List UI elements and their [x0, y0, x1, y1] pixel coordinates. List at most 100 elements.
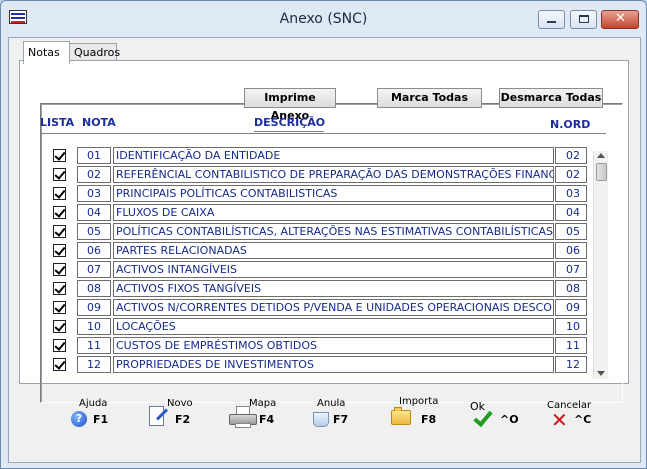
table-row: 06 PARTES RELACIONADAS 06: [40, 241, 600, 260]
row-descricao[interactable]: PRINCIPAIS POLÍTICAS CONTABILISTICAS: [113, 185, 554, 202]
row-nord[interactable]: 10: [555, 318, 587, 335]
table-row: 10 LOCAÇÕES 10: [40, 317, 600, 336]
row-nord[interactable]: 04: [555, 204, 587, 221]
table-row: 08 ACTIVOS FIXOS TANGÍVEIS 08: [40, 279, 600, 298]
row-checkbox[interactable]: [53, 263, 66, 276]
column-header-nord: N.ORD: [550, 118, 591, 131]
tab-notas-label: Notas: [28, 46, 60, 59]
row-nord[interactable]: 05: [555, 223, 587, 240]
row-nord[interactable]: 12: [555, 356, 587, 373]
table-row: 03 PRINCIPAIS POLÍTICAS CONTABILISTICAS …: [40, 184, 600, 203]
maximize-button[interactable]: [570, 10, 597, 29]
row-descricao[interactable]: PARTES RELACIONADAS: [113, 242, 554, 259]
row-checkbox[interactable]: [53, 149, 66, 162]
desmarca-todas-button[interactable]: Desmarca Todas: [499, 88, 603, 108]
new-button-label: Novo: [167, 398, 193, 409]
row-nota[interactable]: 05: [77, 223, 111, 240]
table-row: 12 PROPRIEDADES DE INVESTIMENTOS 12: [40, 355, 600, 374]
minimize-icon: [547, 21, 556, 23]
row-nota[interactable]: 02: [77, 166, 111, 183]
row-nota[interactable]: 07: [77, 261, 111, 278]
cancel-button-key: ^C: [574, 413, 592, 426]
new-button-key: F2: [175, 413, 191, 426]
row-descricao[interactable]: PROPRIEDADES DE INVESTIMENTOS: [113, 356, 554, 373]
importa-button-label: Importa: [399, 396, 439, 407]
anula-button[interactable]: Anula F7: [311, 398, 361, 432]
ok-button[interactable]: Ok ^O: [466, 398, 526, 432]
close-icon: ✕: [615, 11, 626, 26]
window: Anexo (SNC) ✕ Notas Quadros Imprime Anex…: [0, 0, 647, 469]
row-checkbox[interactable]: [53, 358, 66, 371]
cancel-document-icon: [313, 412, 329, 427]
marca-todas-button[interactable]: Marca Todas: [377, 88, 482, 108]
table-row: 07 ACTIVOS INTANGÍVEIS 07: [40, 260, 600, 279]
column-header-nota: NOTA: [82, 116, 116, 129]
table-row: 09 ACTIVOS N/CORRENTES DETIDOS P/VENDA E…: [40, 298, 600, 317]
scroll-thumb[interactable]: [596, 163, 607, 181]
table-row: 05 POLÍTICAS CONTABILÍSTICAS, ALTERAÇÕES…: [40, 222, 600, 241]
row-nota[interactable]: 09: [77, 299, 111, 316]
row-nota[interactable]: 04: [77, 204, 111, 221]
notas-panel: Imprime Anexo Marca Todas Desmarca Todas…: [19, 60, 629, 403]
row-checkbox[interactable]: [53, 168, 66, 181]
row-nord[interactable]: 09: [555, 299, 587, 316]
tab-notas[interactable]: Notas: [23, 41, 70, 64]
row-descricao[interactable]: REFERÊNCIAL CONTABILISTICO DE PREPARAÇÃO…: [113, 166, 554, 183]
row-nota[interactable]: 10: [77, 318, 111, 335]
row-nord[interactable]: 02: [555, 147, 587, 164]
row-descricao[interactable]: CUSTOS DE EMPRÉSTIMOS OBTIDOS: [113, 337, 554, 354]
table-row: 01 IDENTIFICAÇÃO DA ENTIDADE 02: [40, 146, 600, 165]
row-checkbox[interactable]: [53, 225, 66, 238]
row-nord[interactable]: 06: [555, 242, 587, 259]
minimize-button[interactable]: [538, 10, 565, 29]
row-checkbox[interactable]: [53, 339, 66, 352]
titlebar: Anexo (SNC) ✕: [1, 1, 646, 37]
help-icon: ?: [71, 411, 87, 427]
header-divider: [40, 133, 606, 134]
row-descricao[interactable]: FLUXOS DE CAIXA: [113, 204, 554, 221]
importa-button-key: F8: [421, 413, 437, 426]
importa-button[interactable]: Importa F8: [389, 396, 439, 432]
imprime-anexo-button[interactable]: Imprime Anexo: [244, 88, 336, 122]
printer-icon: [229, 406, 257, 428]
help-button[interactable]: Ajuda ? F1: [67, 398, 117, 432]
row-nord[interactable]: 07: [555, 261, 587, 278]
row-nord[interactable]: 02: [555, 166, 587, 183]
row-descricao[interactable]: POLÍTICAS CONTABILÍSTICAS, ALTERAÇÕES NA…: [113, 223, 554, 240]
row-nota[interactable]: 06: [77, 242, 111, 259]
row-nota[interactable]: 03: [77, 185, 111, 202]
row-nord[interactable]: 03: [555, 185, 587, 202]
descricao-header-divider: [254, 131, 324, 132]
row-checkbox[interactable]: [53, 244, 66, 257]
close-button[interactable]: ✕: [601, 10, 639, 29]
help-button-label: Ajuda: [79, 398, 108, 409]
scroll-up-arrow-icon[interactable]: [597, 153, 605, 158]
column-header-lista: LISTA: [40, 116, 75, 129]
row-checkbox[interactable]: [53, 206, 66, 219]
row-nord[interactable]: 08: [555, 280, 587, 297]
ok-button-key: ^O: [500, 413, 519, 426]
table-row: 04 FLUXOS DE CAIXA 04: [40, 203, 600, 222]
cancel-button[interactable]: Cancelar ✕ ^C: [547, 398, 607, 432]
row-descricao[interactable]: ACTIVOS N/CORRENTES DETIDOS P/VENDA E UN…: [113, 299, 554, 316]
scroll-down-arrow-icon[interactable]: [597, 371, 605, 376]
row-descricao[interactable]: ACTIVOS FIXOS TANGÍVEIS: [113, 280, 554, 297]
row-nord[interactable]: 11: [555, 337, 587, 354]
anula-button-label: Anula: [317, 398, 346, 409]
anula-button-key: F7: [333, 413, 349, 426]
row-checkbox[interactable]: [53, 187, 66, 200]
folder-icon: [391, 407, 411, 425]
row-nota[interactable]: 01: [77, 147, 111, 164]
row-descricao[interactable]: IDENTIFICAÇÃO DA ENTIDADE: [113, 147, 554, 164]
row-checkbox[interactable]: [53, 282, 66, 295]
new-button[interactable]: Novo F2: [145, 398, 195, 432]
row-nota[interactable]: 08: [77, 280, 111, 297]
row-nota[interactable]: 11: [77, 337, 111, 354]
mapa-button[interactable]: Mapa F4: [225, 398, 285, 432]
row-descricao[interactable]: LOCAÇÕES: [113, 318, 554, 335]
row-checkbox[interactable]: [53, 301, 66, 314]
row-checkbox[interactable]: [53, 320, 66, 333]
row-nota[interactable]: 12: [77, 356, 111, 373]
vertical-scrollbar[interactable]: [593, 151, 608, 379]
row-descricao[interactable]: ACTIVOS INTANGÍVEIS: [113, 261, 554, 278]
